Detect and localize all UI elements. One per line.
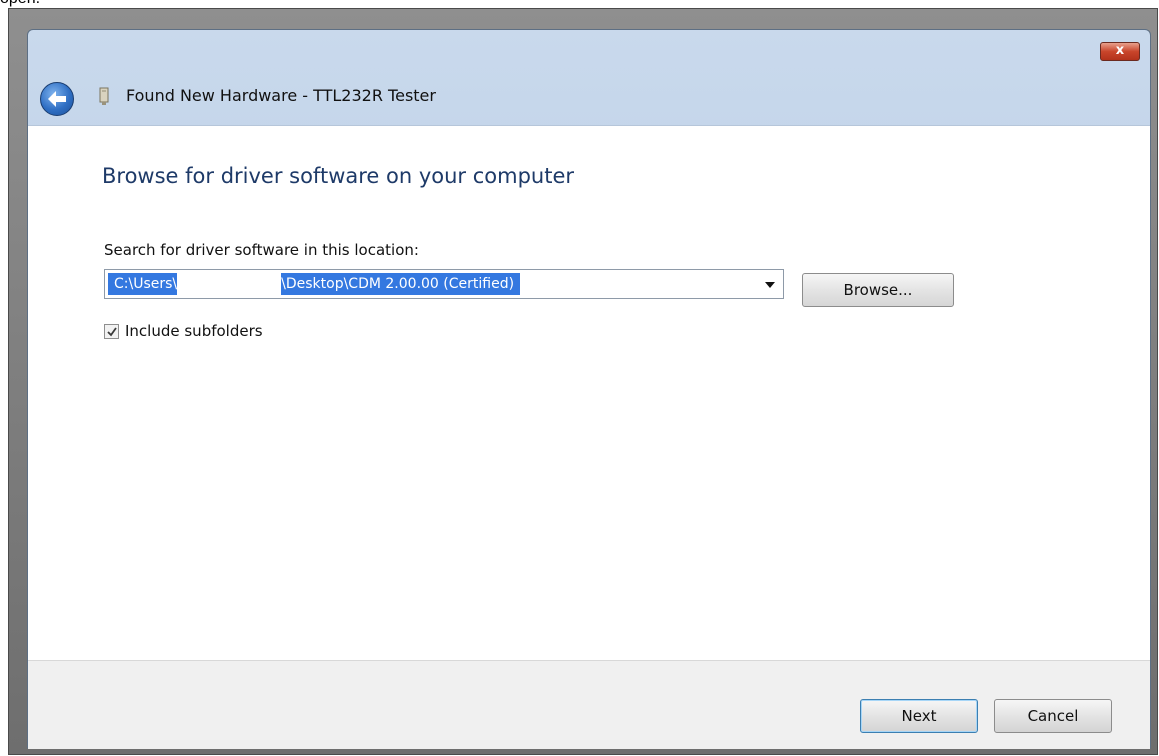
path-suffix: \Desktop\CDM 2.00.00 (Certified)	[281, 276, 515, 292]
page-caption: open.	[0, 0, 40, 8]
window-title: Found New Hardware - TTL232R Tester	[126, 86, 436, 105]
close-button[interactable]: x	[1100, 42, 1140, 61]
include-subfolders-checkbox[interactable]	[104, 324, 119, 339]
driver-path-combobox[interactable]: C:\Users\ \Desktop\CDM 2.00.00 (Certified…	[104, 269, 784, 299]
back-arrow-icon	[48, 91, 66, 107]
driver-path-value[interactable]: C:\Users\ \Desktop\CDM 2.00.00 (Certified…	[108, 273, 521, 295]
close-icon: x	[1115, 43, 1125, 58]
content-area: Browse for driver software on your compu…	[28, 125, 1150, 660]
footer-bar: Next Cancel	[28, 660, 1150, 749]
redacted-username	[177, 273, 282, 295]
path-prefix: C:\Users\	[114, 276, 178, 292]
desktop-frame: x Found New Hardware - TTL232R Tester Br…	[8, 8, 1158, 755]
search-location-label: Search for driver software in this locat…	[104, 241, 419, 259]
page-heading: Browse for driver software on your compu…	[102, 164, 575, 188]
next-button[interactable]: Next	[860, 699, 978, 733]
checkmark-icon	[107, 327, 117, 337]
wizard-window: x Found New Hardware - TTL232R Tester Br…	[27, 29, 1151, 749]
hardware-device-icon	[99, 87, 109, 105]
cancel-button[interactable]: Cancel	[994, 699, 1112, 733]
browse-button[interactable]: Browse...	[802, 273, 954, 307]
chevron-down-icon[interactable]	[765, 282, 775, 288]
title-bar: x Found New Hardware - TTL232R Tester	[28, 30, 1150, 125]
back-button[interactable]	[40, 82, 74, 116]
include-subfolders-label: Include subfolders	[125, 322, 263, 340]
